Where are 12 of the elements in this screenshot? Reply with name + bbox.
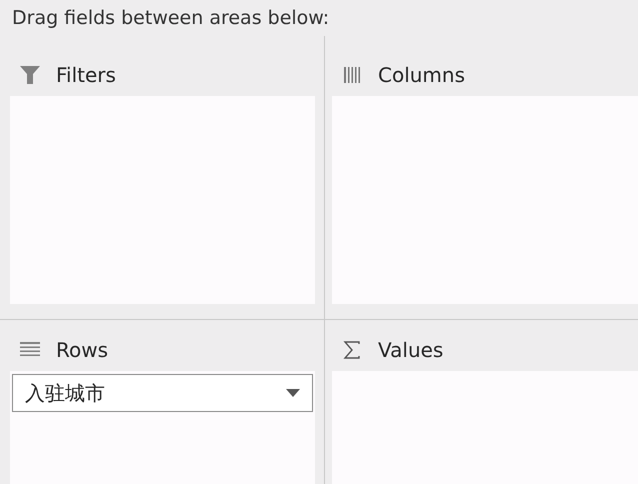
rows-icon [20, 342, 40, 358]
dropdown-arrow-icon [286, 389, 300, 397]
area-title: Columns [378, 63, 466, 87]
area-title: Values [378, 338, 444, 362]
area-title: Rows [56, 338, 108, 362]
filter-icon [19, 64, 41, 86]
sum-icon [343, 341, 361, 359]
field-dropdown[interactable]: 入驻城市 [12, 374, 313, 412]
instruction-text: Drag fields between areas below: [11, 6, 330, 31]
drop-area[interactable]: 入驻城市 [10, 371, 315, 484]
area-title: Filters [56, 63, 116, 87]
columns-icon [343, 66, 361, 84]
